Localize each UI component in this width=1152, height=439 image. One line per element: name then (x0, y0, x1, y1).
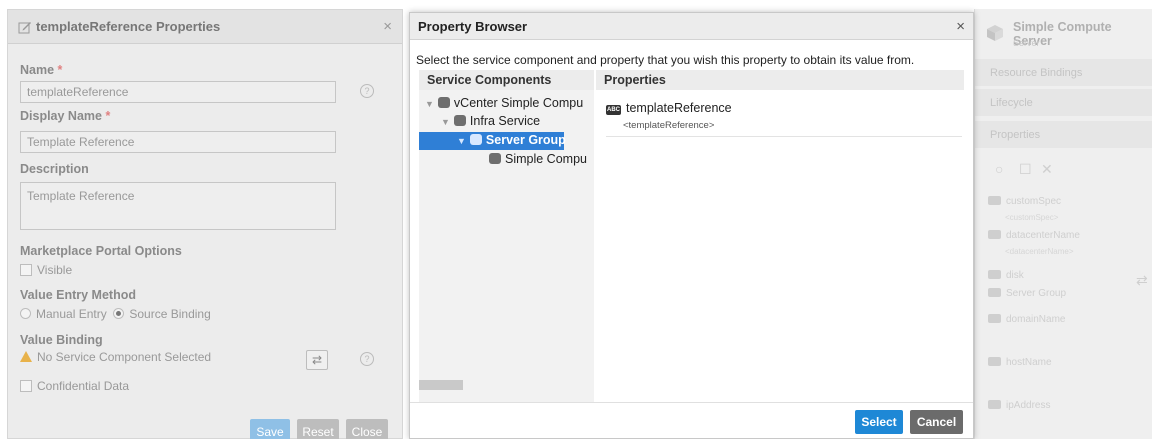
property-variable: <customSpec> (1005, 213, 1059, 222)
property-variable: <datacenterName> (1005, 247, 1074, 256)
property-item[interactable]: customSpec (988, 196, 1061, 207)
screen: templateReference Properties × Name * te… (0, 0, 1152, 439)
dialog-instructions: Select the service component and propert… (416, 53, 915, 67)
delete-icon[interactable]: ✕ (1041, 161, 1053, 178)
service-component-tree: ▼ vCenter Simple Compu ▼ Infra Service ▼ Se… (419, 90, 594, 402)
help-icon[interactable]: ? (360, 84, 374, 98)
value-entry-label: Value Entry Method (20, 288, 136, 302)
chevron-down-icon[interactable]: ▼ (441, 117, 450, 127)
property-item[interactable]: domainName (988, 314, 1065, 325)
properties-panel: templateReference Properties × Name * te… (7, 9, 403, 439)
tree-node-selected[interactable]: ▼ Server Group (419, 132, 566, 150)
property-item[interactable]: hostName (988, 357, 1052, 368)
help-icon[interactable]: ? (360, 352, 374, 366)
refresh-icon[interactable]: ○ (995, 161, 1003, 177)
property-row[interactable]: ABC templateReference <templateReference> (606, 101, 732, 131)
visible-option[interactable]: Visible (20, 263, 72, 277)
property-item[interactable]: datacenterName (988, 230, 1080, 241)
properties-list: ABC templateReference <templateReference> (596, 90, 964, 402)
property-item[interactable]: ipAddress (988, 400, 1050, 411)
description-label: Description (20, 162, 89, 176)
link-icon[interactable]: ⇄ (1136, 272, 1148, 289)
binding-link-button[interactable]: ⇄ (306, 350, 328, 370)
name-field[interactable]: templateReference (20, 81, 336, 103)
service-components-header: Service Components (419, 70, 594, 90)
property-item[interactable]: Server Group (988, 288, 1066, 299)
close-icon[interactable]: × (956, 18, 965, 35)
section-lifecycle[interactable]: Lifecycle (975, 89, 1152, 117)
select-button[interactable]: Select (855, 410, 903, 434)
display-name-label: Display Name * (20, 109, 111, 123)
edit-icon (18, 20, 32, 34)
section-properties[interactable]: Properties (975, 121, 1152, 149)
reset-button[interactable]: Reset (297, 419, 339, 439)
chevron-down-icon[interactable]: ▼ (425, 99, 434, 109)
dialog-header: Property Browser × (410, 13, 973, 40)
component-panel: Simple Compute Server Server Resource Bi… (974, 9, 1152, 439)
marketplace-label: Marketplace Portal Options (20, 244, 182, 258)
property-browser-dialog: Property Browser × Select the service co… (409, 12, 974, 439)
property-name: templateReference (626, 101, 732, 115)
manual-entry-radio[interactable] (20, 308, 31, 319)
chevron-down-icon[interactable]: ▼ (457, 136, 466, 146)
cube-icon (489, 153, 501, 164)
server-icon (987, 25, 1003, 41)
confidential-option[interactable]: Confidential Data (20, 379, 129, 393)
visible-checkbox[interactable] (20, 264, 32, 276)
properties-panel-header: templateReference Properties × (8, 10, 402, 44)
value-entry-options: Manual Entry Source Binding (20, 307, 211, 321)
property-variable: <templateReference> (623, 120, 715, 131)
tree-node[interactable]: ▼ vCenter Simple Compu (425, 96, 583, 110)
description-field[interactable]: Template Reference (20, 182, 336, 230)
tree-node[interactable]: Simple Compu (489, 152, 587, 166)
server-group-icon (469, 134, 482, 145)
value-binding-label: Value Binding (20, 333, 103, 347)
name-label: Name * (20, 63, 63, 77)
property-item[interactable]: disk (988, 270, 1024, 281)
dialog-footer: Select Cancel (410, 402, 973, 438)
display-name-field[interactable]: Template Reference (20, 131, 336, 153)
no-component-message: No Service Component Selected (20, 350, 211, 364)
section-resource-bindings[interactable]: Resource Bindings (975, 59, 1152, 87)
close-icon[interactable]: × (383, 18, 392, 35)
tree-node[interactable]: ▼ Infra Service (441, 114, 540, 128)
source-binding-radio[interactable] (113, 308, 125, 319)
stack-icon (437, 97, 450, 108)
row-divider (606, 136, 962, 137)
text-type-icon: ABC (606, 105, 621, 115)
component-subtitle: Server (1013, 38, 1040, 48)
save-button[interactable]: Save (250, 419, 290, 439)
service-icon (453, 115, 466, 126)
warning-icon (20, 351, 32, 362)
horizontal-scrollbar[interactable] (419, 380, 463, 390)
confidential-checkbox[interactable] (20, 380, 32, 392)
close-button[interactable]: Close (346, 419, 388, 439)
cancel-button[interactable]: Cancel (910, 410, 963, 434)
properties-panel-title: templateReference Properties (36, 19, 221, 34)
properties-header: Properties (596, 70, 964, 90)
copy-icon[interactable]: ☐ (1019, 161, 1032, 178)
dialog-title: Property Browser (418, 18, 528, 34)
